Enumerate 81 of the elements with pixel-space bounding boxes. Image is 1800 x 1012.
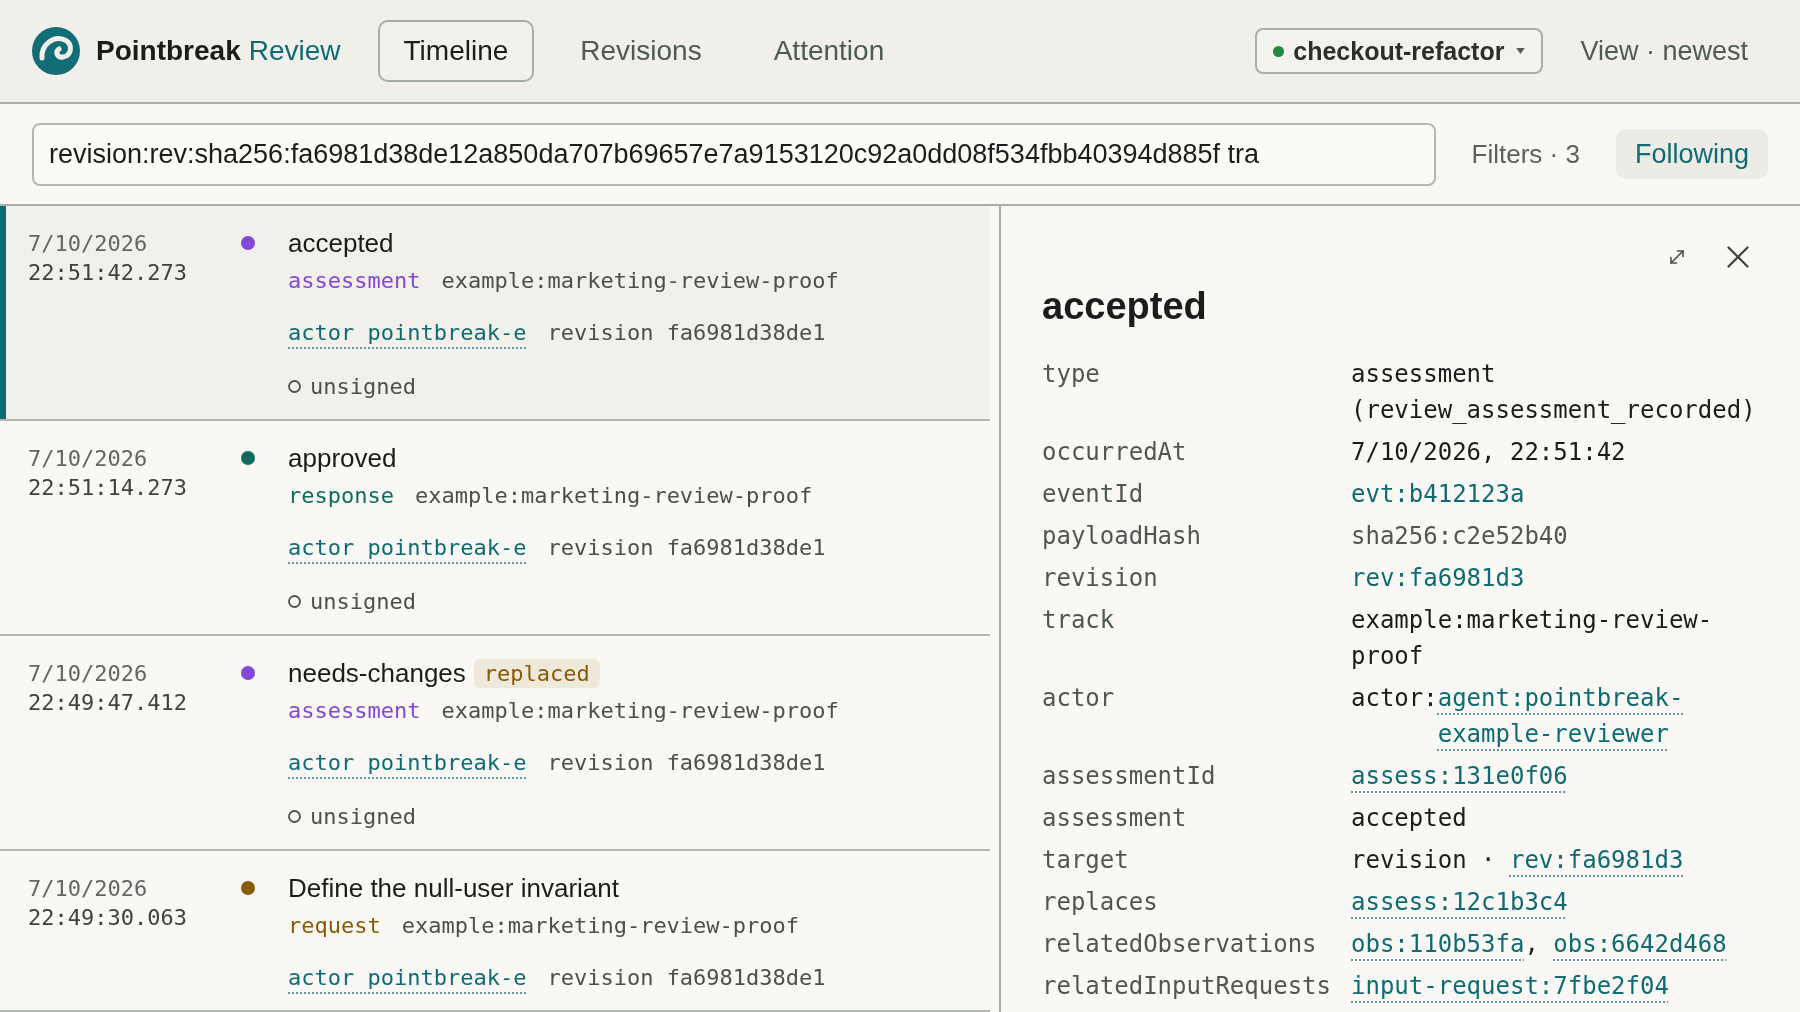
field-value: 7/10/2026, 22:51:42 (1351, 438, 1626, 466)
field-value: , (1524, 929, 1540, 960)
product-name: Review (248, 35, 341, 67)
field-value: assessment (review_assessment_recorded) (1351, 360, 1756, 424)
tab[interactable]: Timeline (377, 20, 535, 82)
id-value: rev:fa6981d3 (1351, 564, 1525, 592)
actor-link[interactable]: actor pointbreak-e (288, 534, 527, 560)
tab[interactable]: Attention (747, 20, 911, 82)
event-type: assessment (288, 697, 421, 723)
id-value: evt:b412123a (1351, 480, 1525, 508)
event-time: 22:51:42.273 (28, 259, 188, 287)
following-toggle[interactable]: Following (1615, 129, 1768, 179)
field-label: assessmentId (1042, 761, 1217, 792)
ring-icon (288, 379, 301, 393)
field-label: type (1042, 359, 1101, 390)
revision-label: revision fa6981d38de1 (547, 749, 826, 775)
filters-button[interactable]: Filters · 3 (1471, 138, 1580, 170)
field-label: track (1042, 605, 1116, 636)
signature-status: unsigned (310, 373, 416, 399)
event-time: 22:49:30.063 (28, 904, 188, 932)
reference-link[interactable]: assess:131e0f06 (1351, 762, 1568, 790)
track-name: example:marketing-review-proof (441, 267, 839, 293)
tab[interactable]: Revisions (554, 20, 728, 82)
ring-icon (288, 594, 301, 608)
track-name: example:marketing-review-proof (401, 912, 800, 938)
field-label: occurredAt (1042, 437, 1188, 468)
signature-status: unsigned (310, 588, 416, 614)
timeline-event[interactable]: 7/10/2026 22:51:42.273 accepted assessment example:marketing-review-proof actor pointbreak-e revision fa6981d38de1 unsigned (0, 206, 990, 421)
field-label: eventId (1042, 479, 1145, 510)
track-name: example:marketing-review-proof (414, 482, 813, 508)
status-dot-icon (1273, 45, 1285, 57)
field-label: revision (1042, 563, 1159, 594)
field-value: revision · (1351, 845, 1497, 876)
actor-link[interactable]: actor pointbreak-e (288, 749, 527, 775)
view-order-button[interactable]: View · newest (1580, 35, 1748, 67)
brand-name: Pointbreak (96, 35, 241, 67)
track-name: example:marketing-review-proof (441, 697, 839, 723)
caret-icon (1516, 48, 1526, 54)
event-type: assessment (288, 267, 421, 293)
event-date: 7/10/2026 (28, 230, 149, 258)
event-date: 7/10/2026 (28, 875, 149, 903)
field-label: target (1042, 845, 1130, 876)
reference-link[interactable]: assess:12c1b3c4 (1351, 888, 1568, 916)
event-time: 22:49:47.412 (28, 689, 188, 717)
revision-label: revision fa6981d38de1 (547, 534, 826, 560)
status-tag: replaced (473, 658, 600, 688)
revision-label: revision fa6981d38de1 (547, 964, 826, 990)
event-title: approved (288, 442, 397, 474)
field-label: payloadHash (1042, 521, 1202, 552)
signature-status: unsigned (310, 803, 416, 829)
event-title: needs-changes (288, 657, 466, 689)
field-value: actor: (1351, 683, 1438, 714)
event-type: response (288, 482, 394, 508)
close-icon[interactable] (1727, 246, 1749, 268)
actor-link[interactable]: actor pointbreak-e (288, 964, 527, 990)
field-value: sha256:c2e52b40 (1351, 522, 1568, 550)
actor-link[interactable]: actor pointbreak-e (288, 319, 527, 345)
branch-dropdown[interactable]: checkout-refactor (1255, 28, 1544, 74)
reference-link[interactable]: rev:fa6981d3 (1509, 842, 1684, 878)
detail-title: accepted (1042, 284, 1208, 329)
diagonal-arrows-icon[interactable] (1669, 249, 1685, 265)
search-field[interactable]: revision:rev:sha256:fa6981d38de12a850da707b69657e7a9153120c92a0dd08f534fbb40394d885f tra (32, 122, 1436, 186)
event-date: 7/10/2026 (28, 445, 149, 473)
event-type: request (288, 912, 381, 938)
ring-icon (288, 809, 301, 823)
field-label: assessment (1042, 803, 1188, 834)
field-label: relatedInputRequests (1042, 971, 1332, 1002)
field-value: accepted (1351, 804, 1467, 832)
field-label: replaces (1042, 887, 1159, 918)
event-date: 7/10/2026 (28, 660, 149, 688)
field-label: actor (1042, 683, 1116, 714)
swirl-logo-icon (32, 27, 80, 75)
reference-link[interactable]: obs:110b53fa (1351, 926, 1525, 962)
revision-label: revision fa6981d38de1 (547, 319, 826, 345)
reference-link[interactable]: agent:pointbreak-example-reviewer (1437, 680, 1760, 752)
event-time: 22:51:14.273 (28, 474, 188, 502)
field-label: relatedObservations (1042, 929, 1318, 960)
event-title: accepted (288, 227, 394, 259)
event-title: Define the null-user invariant (288, 872, 619, 904)
reference-link[interactable]: input-request:7fbe2f04 (1351, 972, 1669, 1000)
reference-link[interactable]: obs:6642d468 (1553, 926, 1727, 962)
